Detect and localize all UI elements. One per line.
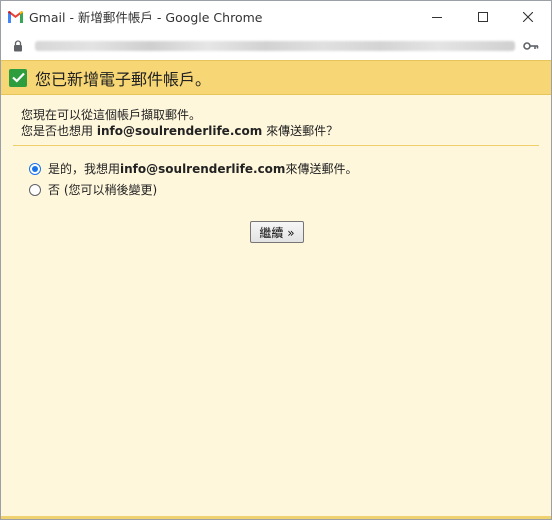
key-icon[interactable]	[523, 40, 539, 52]
option-yes-prefix: 是的，我想用	[48, 162, 121, 176]
gmail-icon	[8, 10, 23, 23]
line2-email: info@soulrenderlife.com	[96, 124, 263, 138]
minimize-button[interactable]	[414, 1, 460, 32]
line2-prefix: 您是否也想用	[21, 124, 97, 138]
line2-suffix: 來傳送郵件？	[262, 124, 339, 138]
success-header: 您已新增電子郵件帳戶。	[1, 60, 551, 95]
description-line-1: 您現在可以從這個帳戶擷取郵件。	[21, 108, 202, 122]
window-title: Gmail - 新增郵件帳戶 - Google Chrome	[29, 10, 263, 25]
description-line-2: 您是否也想用 info@soulrenderlife.com 來傳送郵件？	[21, 123, 338, 139]
close-button[interactable]	[505, 1, 551, 32]
check-icon	[9, 68, 27, 87]
close-icon	[523, 11, 533, 22]
option-no-label: 否 (您可以稍後變更)	[48, 183, 158, 197]
title-bar: Gmail - 新增郵件帳戶 - Google Chrome	[1, 1, 551, 32]
url-text-blurred[interactable]	[35, 41, 515, 51]
lock-icon	[14, 40, 22, 52]
maximize-icon	[478, 11, 488, 22]
minimize-icon	[432, 16, 442, 18]
continue-button[interactable]: 繼續 »	[250, 221, 304, 243]
header-title: 您已新增電子郵件帳戶。	[35, 69, 212, 89]
description: 您現在可以從這個帳戶擷取郵件。 您是否也想用 info@soulrenderli…	[21, 107, 338, 139]
radio-no[interactable]	[29, 183, 41, 196]
popup-window: Gmail - 新增郵件帳戶 - Google Chrome 您已新增電子郵件帳	[0, 0, 552, 520]
option-yes[interactable]: 是的，我想用 info@soulrenderlife.com 來傳送郵件。	[29, 160, 357, 177]
bottom-border	[1, 516, 551, 519]
divider	[13, 145, 539, 146]
option-yes-email: info@soulrenderlife.com	[120, 161, 286, 176]
option-yes-suffix: 來傳送郵件。	[285, 162, 358, 176]
radio-yes[interactable]	[29, 162, 41, 175]
content-area: 您現在可以從這個帳戶擷取郵件。 您是否也想用 info@soulrenderli…	[1, 95, 551, 519]
maximize-button[interactable]	[460, 1, 506, 32]
option-no[interactable]: 否 (您可以稍後變更)	[29, 181, 157, 198]
address-bar	[1, 32, 551, 60]
